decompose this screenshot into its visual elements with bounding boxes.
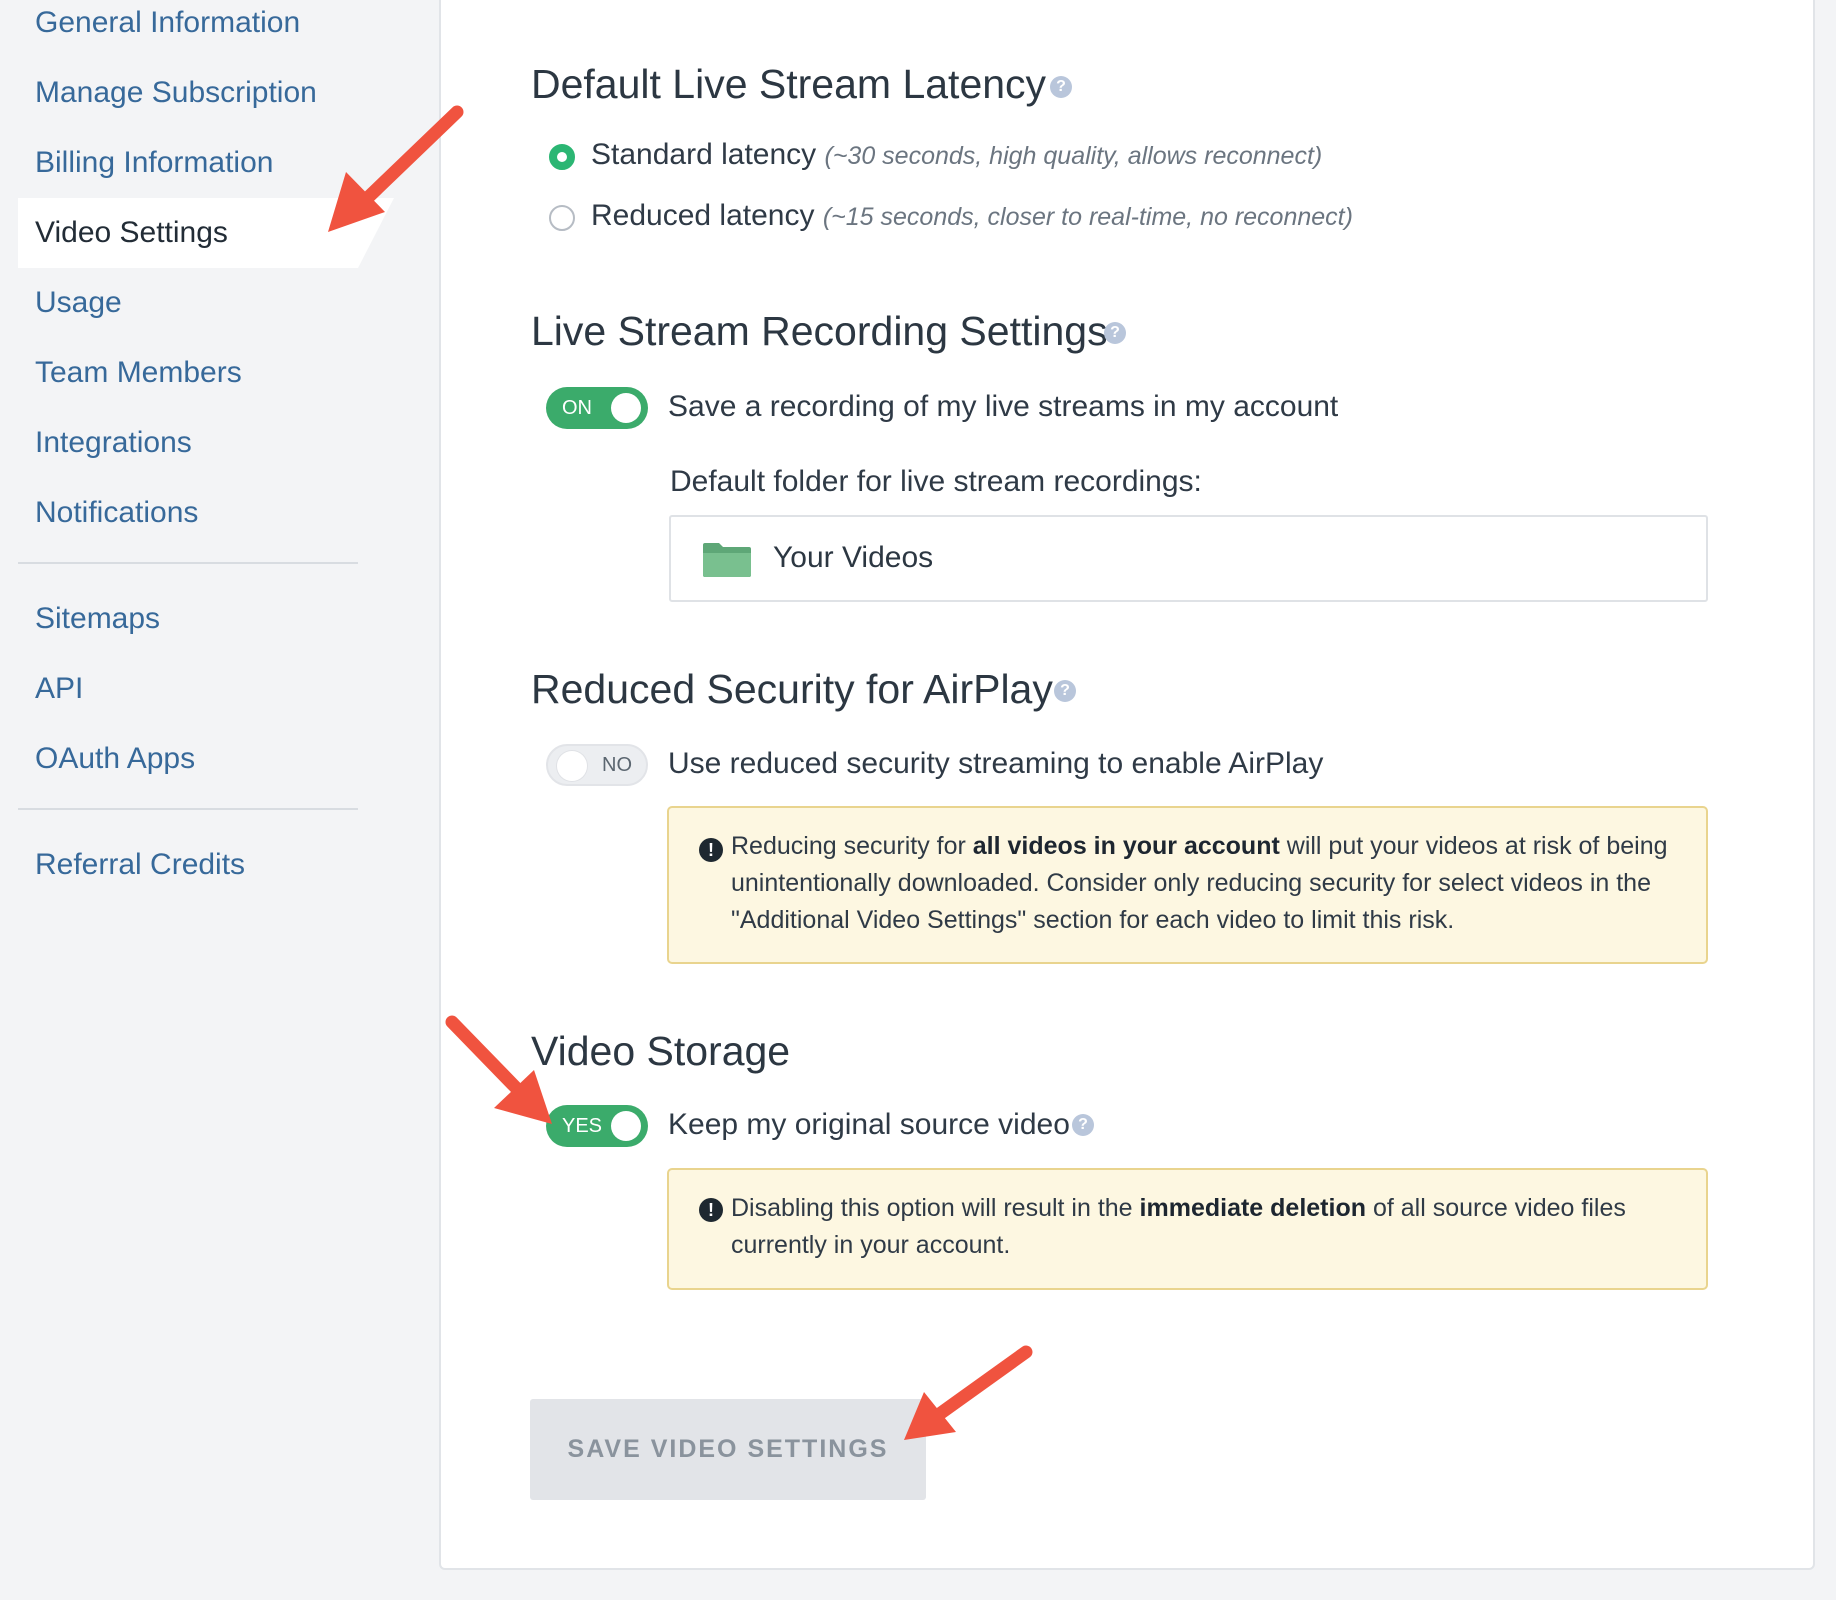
recording-toggle[interactable]: ON bbox=[546, 387, 648, 429]
warning-text-pre: Reducing security for bbox=[731, 832, 973, 860]
standard-latency-radio[interactable] bbox=[549, 144, 575, 170]
reduced-latency-text: Reduced latency bbox=[591, 199, 815, 232]
sidebar-item-referral-credits[interactable]: Referral Credits bbox=[18, 830, 358, 900]
latency-section-title: Default Live Stream Latency bbox=[531, 61, 1047, 107]
airplay-toggle[interactable]: NO bbox=[546, 744, 648, 786]
exclamation-icon: ! bbox=[699, 838, 723, 862]
sidebar-item-video-settings[interactable]: Video Settings bbox=[18, 198, 394, 268]
airplay-section-title: Reduced Security for AirPlay bbox=[531, 666, 1053, 712]
airplay-warning-text: Reducing security for all videos in your… bbox=[731, 828, 1676, 939]
help-icon[interactable]: ? bbox=[1104, 322, 1126, 344]
toggle-state-label: NO bbox=[602, 754, 632, 776]
storage-option-text: Keep my original source video bbox=[668, 1108, 1070, 1141]
recording-option-text: Save a recording of my live streams in m… bbox=[668, 390, 1339, 423]
standard-latency-text: Standard latency bbox=[591, 138, 817, 171]
help-icon[interactable]: ? bbox=[1072, 1114, 1094, 1136]
toggle-knob bbox=[611, 1111, 641, 1141]
storage-warning-text: Disabling this option will result in the… bbox=[731, 1190, 1676, 1264]
airplay-option-text: Use reduced security streaming to enable… bbox=[668, 747, 1324, 780]
help-icon[interactable]: ? bbox=[1054, 680, 1076, 702]
sidebar-item-sitemaps[interactable]: Sitemaps bbox=[18, 584, 358, 654]
standard-latency-note: (~30 seconds, high quality, allows recon… bbox=[824, 142, 1323, 170]
storage-toggle[interactable]: YES bbox=[546, 1105, 648, 1147]
warning-text-bold: all videos in your account bbox=[972, 832, 1280, 860]
help-icon[interactable]: ? bbox=[1050, 76, 1072, 98]
sidebar-item-notifications[interactable]: Notifications bbox=[18, 478, 358, 548]
sidebar: General Information Manage Subscription … bbox=[0, 0, 440, 1600]
sidebar-divider bbox=[18, 808, 358, 810]
toggle-knob bbox=[557, 751, 587, 781]
warning-text-pre: Disabling this option will result in the bbox=[731, 1194, 1140, 1222]
folder-icon bbox=[703, 543, 751, 577]
exclamation-icon: ! bbox=[699, 1198, 723, 1222]
reduced-latency-note: (~15 seconds, closer to real-time, no re… bbox=[822, 203, 1353, 231]
sidebar-item-general-information[interactable]: General Information bbox=[18, 0, 358, 58]
toggle-state-label: ON bbox=[562, 397, 592, 419]
recording-section-title: Live Stream Recording Settings bbox=[531, 308, 1108, 354]
sidebar-item-api[interactable]: API bbox=[18, 654, 358, 724]
storage-section-title: Video Storage bbox=[531, 1028, 791, 1074]
settings-panel bbox=[439, 0, 1815, 1570]
airplay-warning-box: ! Reducing security for all videos in yo… bbox=[667, 806, 1708, 964]
folder-selector[interactable]: Your Videos bbox=[669, 515, 1708, 602]
sidebar-item-billing-information[interactable]: Billing Information bbox=[18, 128, 358, 198]
save-video-settings-button[interactable]: SAVE VIDEO SETTINGS bbox=[530, 1399, 926, 1500]
standard-latency-label[interactable]: Standard latency (~30 seconds, high qual… bbox=[591, 138, 1322, 172]
toggle-knob bbox=[611, 393, 641, 423]
storage-warning-box: ! Disabling this option will result in t… bbox=[667, 1168, 1708, 1290]
sidebar-item-team-members[interactable]: Team Members bbox=[18, 338, 358, 408]
sidebar-divider bbox=[18, 562, 358, 564]
folder-name: Your Videos bbox=[773, 541, 934, 574]
reduced-latency-label[interactable]: Reduced latency (~15 seconds, closer to … bbox=[591, 199, 1353, 233]
reduced-latency-radio[interactable] bbox=[549, 205, 575, 231]
sidebar-item-oauth-apps[interactable]: OAuth Apps bbox=[18, 724, 358, 794]
sidebar-item-integrations[interactable]: Integrations bbox=[18, 408, 358, 478]
warning-text-bold: immediate deletion bbox=[1139, 1194, 1366, 1222]
sidebar-item-usage[interactable]: Usage bbox=[18, 268, 358, 338]
default-folder-label: Default folder for live stream recording… bbox=[670, 465, 1202, 498]
toggle-state-label: YES bbox=[562, 1115, 603, 1137]
sidebar-item-manage-subscription[interactable]: Manage Subscription bbox=[18, 58, 358, 128]
